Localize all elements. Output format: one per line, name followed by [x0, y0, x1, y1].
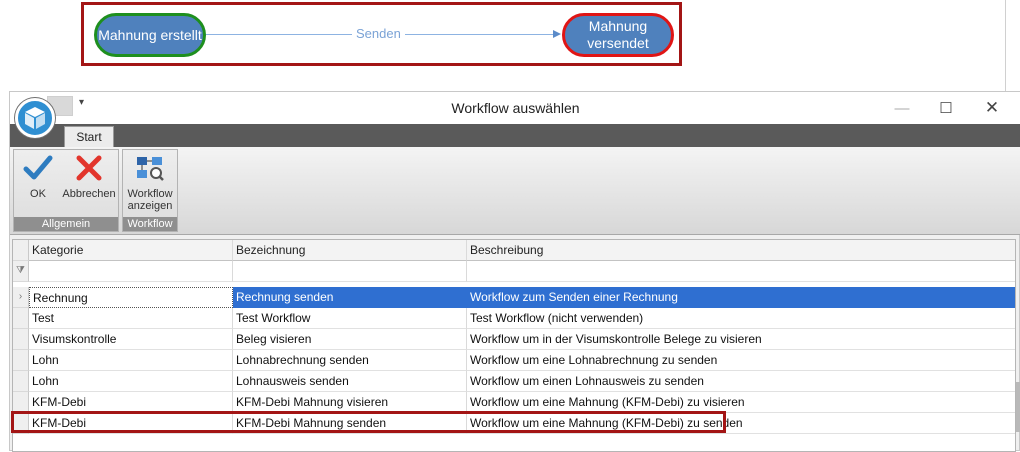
divider: [1005, 0, 1006, 92]
cancel-label: Abbrechen: [62, 188, 116, 200]
ok-button[interactable]: OK: [20, 152, 56, 214]
cell-bezeichnung[interactable]: Lohnausweis senden: [233, 371, 467, 392]
cell-beschreibung[interactable]: Workflow um eine Lohnabrechnung zu sende…: [467, 350, 1015, 371]
cell-kategorie[interactable]: KFM-Debi: [29, 392, 233, 413]
workflow-grid: Kategorie Bezeichnung Beschreibung ⧩ › Re…: [12, 239, 1016, 452]
ribbon-group-allgemein: OK Abbrechen Allgemein: [13, 149, 119, 232]
check-icon: [22, 152, 54, 184]
cell-bezeichnung[interactable]: Test Workflow: [233, 308, 467, 329]
cell-bezeichnung[interactable]: Rechnung senden: [233, 287, 467, 308]
node-label-line2: versendet: [587, 35, 649, 51]
tab-start[interactable]: Start: [64, 126, 114, 147]
table-row[interactable]: KFM-Debi KFM-Debi Mahnung visieren Workflo…: [13, 392, 1015, 413]
filter-bezeichnung[interactable]: [233, 261, 467, 282]
window-title: Workflow auswählen: [451, 100, 580, 116]
node-label: Mahnung erstellt: [98, 26, 202, 43]
workflow-view-icon: [134, 152, 166, 184]
ribbon-group-workflow: Workflow anzeigen Workflow: [122, 149, 178, 232]
cancel-button[interactable]: Abbrechen: [60, 152, 118, 214]
table-row[interactable]: Lohn Lohnausweis senden Workflow um einen …: [13, 371, 1015, 392]
app-logo-icon[interactable]: [15, 98, 55, 138]
group-label-allgemein: Allgemein: [14, 217, 118, 231]
title-bar: ▾ Workflow auswählen — ☐ ✕: [10, 92, 1020, 124]
workflow-anzeigen-button[interactable]: Workflow anzeigen: [125, 152, 175, 214]
cell-beschreibung[interactable]: Workflow um eine Mahnung (KFM-Debi) zu s…: [467, 413, 1015, 434]
node-mahnung-versendet: Mahnung versendet: [562, 13, 674, 57]
maximize-button[interactable]: ☐: [926, 96, 966, 120]
row-indicator[interactable]: [13, 413, 29, 434]
ok-label: OK: [30, 188, 46, 200]
column-header-kategorie[interactable]: Kategorie: [29, 240, 233, 261]
group-label-workflow: Workflow: [123, 217, 177, 231]
column-header-bezeichnung[interactable]: Bezeichnung: [233, 240, 467, 261]
cell-kategorie[interactable]: Test: [29, 308, 233, 329]
cell-beschreibung[interactable]: Workflow um eine Mahnung (KFM-Debi) zu v…: [467, 392, 1015, 413]
cell-bezeichnung[interactable]: Beleg visieren: [233, 329, 467, 350]
filter-beschreibung[interactable]: [467, 261, 1015, 282]
workflow-diagram: Mahnung erstellt Senden Mahnung versende…: [81, 2, 682, 66]
header-indicator: [13, 240, 29, 261]
cube-icon: [25, 107, 45, 129]
cell-kategorie[interactable]: KFM-Debi: [29, 413, 233, 434]
edge-arrowhead: [553, 30, 561, 38]
row-indicator[interactable]: [13, 350, 29, 371]
table-row[interactable]: KFM-Debi KFM-Debi Mahnung senden Workflow …: [13, 413, 1015, 434]
filter-row: ⧩: [13, 261, 1015, 282]
scrollbar[interactable]: [1016, 382, 1020, 432]
cell-kategorie[interactable]: Visumskontrolle: [29, 329, 233, 350]
label-line1: Workflow: [127, 188, 173, 200]
filter-kategorie[interactable]: [29, 261, 233, 282]
cell-kategorie[interactable]: Lohn: [29, 371, 233, 392]
row-indicator[interactable]: [13, 392, 29, 413]
ribbon-tabstrip: Start: [10, 124, 1020, 147]
cell-bezeichnung[interactable]: KFM-Debi Mahnung senden: [233, 413, 467, 434]
table-row[interactable]: Visumskontrolle Beleg visieren Workflow um…: [13, 329, 1015, 350]
close-button[interactable]: ✕: [972, 96, 1012, 120]
cell-bezeichnung[interactable]: Lohnabrechnung senden: [233, 350, 467, 371]
cell-bezeichnung[interactable]: KFM-Debi Mahnung visieren: [233, 392, 467, 413]
filter-icon[interactable]: ⧩: [13, 261, 29, 282]
cell-kategorie[interactable]: Lohn: [29, 350, 233, 371]
ribbon: OK Abbrechen Allgemein Workflow anzeigen…: [10, 147, 1020, 235]
cell-kategorie[interactable]: Rechnung: [29, 287, 233, 308]
cell-beschreibung[interactable]: Workflow um in der Visumskontrolle Beleg…: [467, 329, 1015, 350]
cross-icon: [73, 152, 105, 184]
node-mahnung-erstellt: Mahnung erstellt: [94, 13, 206, 57]
minimize-button[interactable]: —: [882, 96, 922, 120]
cell-beschreibung[interactable]: Test Workflow (nicht verwenden): [467, 308, 1015, 329]
cell-beschreibung[interactable]: Workflow um einen Lohnausweis zu senden: [467, 371, 1015, 392]
table-row[interactable]: › Rechnung Rechnung senden Workflow zum Sen…: [13, 287, 1015, 308]
column-header-beschreibung[interactable]: Beschreibung: [467, 240, 1015, 261]
node-label: Mahnung versendet: [587, 18, 648, 52]
row-indicator[interactable]: [13, 329, 29, 350]
label-line2: anzeigen: [127, 200, 173, 212]
workflow-dialog: ▾ Workflow auswählen — ☐ ✕ Start OK Abbr…: [9, 91, 1020, 452]
table-row[interactable]: Lohn Lohnabrechnung senden Workflow um ein…: [13, 350, 1015, 371]
cell-beschreibung[interactable]: Workflow zum Senden einer Rechnung: [467, 287, 1015, 308]
workflow-anzeigen-label: Workflow anzeigen: [127, 188, 172, 212]
row-indicator[interactable]: [13, 308, 29, 329]
edge-label: Senden: [352, 26, 405, 41]
grid-header: Kategorie Bezeichnung Beschreibung: [13, 240, 1015, 261]
node-label-line1: Mahnung: [588, 18, 648, 34]
row-indicator[interactable]: ›: [13, 287, 29, 308]
row-indicator[interactable]: [13, 371, 29, 392]
table-row[interactable]: Test Test Workflow Test Workflow (nicht ve…: [13, 308, 1015, 329]
